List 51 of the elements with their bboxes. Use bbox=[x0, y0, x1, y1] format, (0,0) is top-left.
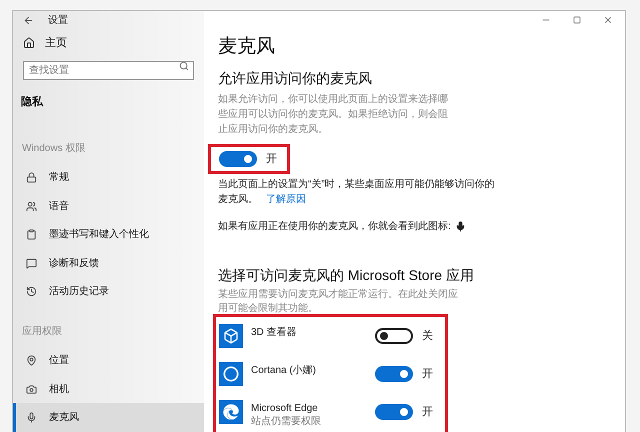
toggle-switch[interactable] bbox=[375, 366, 413, 382]
toggle-label: 开 bbox=[266, 152, 277, 167]
home-item[interactable]: 主页 bbox=[13, 30, 204, 55]
section-heading: 选择可访问麦克风的 Microsoft Store 应用 bbox=[218, 266, 475, 284]
window-title: 设置 bbox=[48, 14, 68, 28]
speech-bubble-icon bbox=[26, 258, 37, 269]
app-name: Cortana (小娜) bbox=[251, 364, 318, 377]
app-name: 3D 查看器 bbox=[251, 326, 298, 339]
search-field[interactable]: 查找设置 bbox=[23, 60, 194, 80]
people-icon bbox=[26, 200, 37, 212]
circle-icon bbox=[223, 366, 239, 382]
clipboard-icon bbox=[26, 229, 37, 240]
learn-why-link[interactable]: 了解原因 bbox=[266, 194, 306, 205]
note-text: 当此页面上的设置为“关”时，某些桌面应用可能仍能够访问你的麦克风。 了解原因 bbox=[218, 178, 496, 207]
back-icon[interactable] bbox=[23, 15, 34, 26]
app-name: Microsoft Edge bbox=[251, 402, 319, 415]
sidebar-item[interactable]: 相机 bbox=[13, 374, 204, 404]
sidebar-item[interactable]: 墨迹书写和键入个性化 bbox=[13, 220, 204, 250]
sidebar-item[interactable]: 诊断和反馈 bbox=[13, 249, 204, 278]
page-title: 麦克风 bbox=[218, 35, 276, 60]
close-icon[interactable] bbox=[603, 15, 613, 26]
sidebar-item[interactable]: 常规 bbox=[13, 163, 204, 192]
cube-icon bbox=[223, 328, 239, 344]
maximize-icon[interactable] bbox=[573, 16, 581, 24]
microphone-icon bbox=[26, 412, 37, 424]
sidebar-item[interactable]: 语音 bbox=[13, 192, 204, 220]
toggle-switch[interactable] bbox=[375, 404, 413, 420]
search-icon bbox=[179, 61, 189, 72]
sidebar-item[interactable]: 活动历史记录 bbox=[13, 278, 204, 306]
group-heading: Windows 权限 bbox=[21, 142, 86, 156]
toggle-switch[interactable] bbox=[219, 151, 257, 168]
group-heading: 应用权限 bbox=[21, 324, 63, 340]
timeline-icon bbox=[26, 286, 37, 298]
app-subtitle: 站点仍需要权限 bbox=[251, 415, 322, 428]
toggle-label: 开 bbox=[422, 405, 433, 420]
edge-icon bbox=[223, 404, 239, 420]
sidebar-item[interactable]: 位置 bbox=[13, 346, 204, 375]
sidebar-item[interactable]: 麦克风 bbox=[13, 403, 204, 432]
indicator-text: 如果有应用正在使用你的麦克风，你就会看到此图标: bbox=[218, 220, 451, 234]
description-text: 如果允许访问，你可以使用此页面上的设置来选择哪些应用可以访问你的麦克风。如果拒绝访问，则会阻止应用访问你的麦克风。 bbox=[218, 92, 449, 138]
toggle-label: 关 bbox=[422, 328, 433, 344]
lock-icon bbox=[26, 172, 37, 184]
toggle-label: 开 bbox=[422, 367, 433, 382]
toggle-switch[interactable] bbox=[375, 328, 413, 344]
camera-icon bbox=[26, 384, 37, 395]
description-text: 某些应用需要访问麦克风才能正常运行。在此处关闭应用可能会限制其功能。 bbox=[218, 288, 458, 316]
microphone-icon bbox=[454, 221, 466, 232]
home-icon bbox=[23, 36, 35, 49]
section-title: 隐私 bbox=[20, 94, 44, 110]
map-pin-icon bbox=[26, 355, 37, 366]
section-heading: 允许应用访问你的麦克风 bbox=[218, 69, 373, 88]
